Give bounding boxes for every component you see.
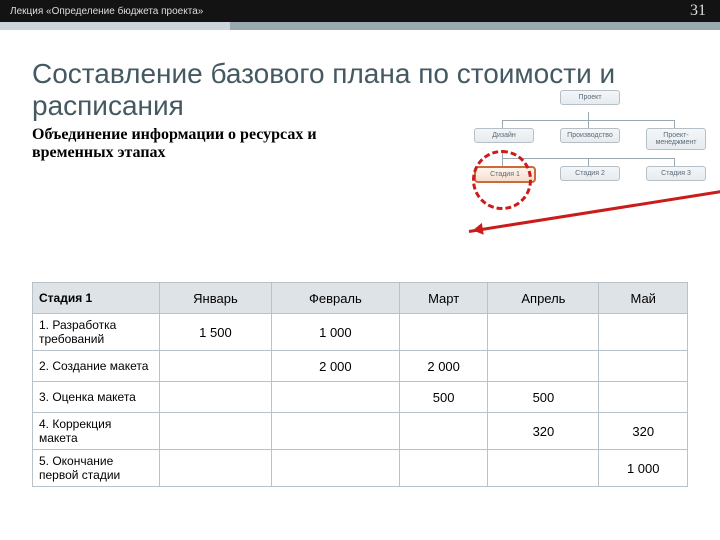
- col-jan: Январь: [160, 283, 272, 314]
- org-root: Проект: [560, 90, 620, 105]
- table-row: 3. Оценка макета 500 500: [33, 382, 688, 413]
- col-mar: Март: [399, 283, 488, 314]
- org-chart: Проект Дизайн Производство Проект-менедж…: [464, 90, 714, 250]
- col-may: Май: [599, 283, 688, 314]
- table-row: 1. Разработка требований 1 500 1 000: [33, 314, 688, 351]
- col-feb: Февраль: [271, 283, 399, 314]
- table-row: 2. Создание макета 2 000 2 000: [33, 351, 688, 382]
- org-leaf-1: Стадия 2: [560, 166, 620, 181]
- slide-header: Лекция «Определение бюджета проекта» 31: [0, 0, 720, 22]
- header-separator: [0, 22, 720, 30]
- budget-table: Стадия 1 Январь Февраль Март Апрель Май …: [32, 282, 688, 487]
- table-row: 4. Коррекция макета 320 320: [33, 413, 688, 450]
- org-mid-2: Проект-менеджмент: [646, 128, 706, 150]
- slide-subtitle: Объединение информации о ресурсах и врем…: [32, 126, 362, 162]
- col-header-stage: Стадия 1: [33, 283, 160, 314]
- highlight-circle: [472, 150, 532, 210]
- lecture-title: Лекция «Определение бюджета проекта»: [10, 6, 203, 17]
- org-mid-0: Дизайн: [474, 128, 534, 143]
- table-row: 5. Окончание первой стадии 1 000: [33, 450, 688, 487]
- col-apr: Апрель: [488, 283, 599, 314]
- page-number: 31: [690, 2, 706, 20]
- org-leaf-2: Стадия 3: [646, 166, 706, 181]
- org-mid-1: Производство: [560, 128, 620, 143]
